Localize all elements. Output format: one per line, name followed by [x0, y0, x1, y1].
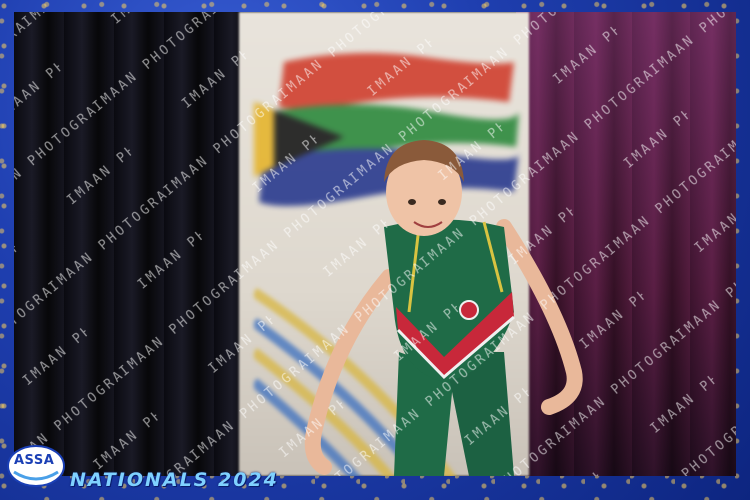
photo-frame: IMAAN PHOTOGRAPHY IMAAN PHOTOGRAPHY ASSA…: [0, 0, 750, 500]
gymnast-photo: IMAAN PHOTOGRAPHY IMAAN PHOTOGRAPHY: [14, 12, 736, 476]
event-title: NATIONALS 2024: [70, 469, 279, 491]
logo-text: ASSA: [14, 453, 55, 468]
gymnast: [304, 140, 583, 476]
